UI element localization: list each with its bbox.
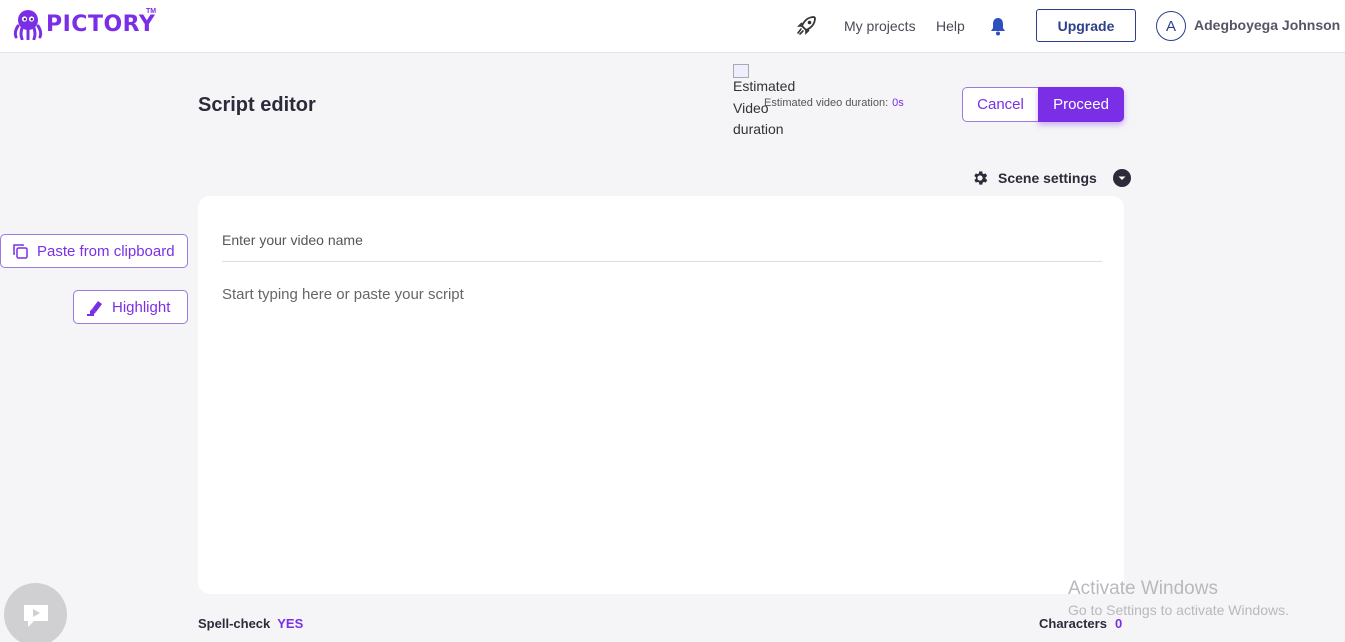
pictory-logo[interactable]: PICTORY TM: [12, 8, 157, 40]
video-name-input[interactable]: [222, 218, 1102, 262]
rocket-icon[interactable]: [796, 14, 818, 41]
watermark-line1: Activate Windows: [1068, 578, 1218, 599]
page-title: Script editor: [198, 94, 316, 116]
user-name[interactable]: Adegboyega Johnson: [1194, 17, 1340, 33]
spellcheck-label: Spell-check: [198, 616, 271, 631]
top-navbar: PICTORY TM My projects Help Upgrade A Ad…: [0, 0, 1345, 53]
characters-value: 0: [1114, 616, 1123, 631]
broken-image-icon: [733, 64, 749, 78]
character-count: Characters 0: [1039, 616, 1122, 631]
characters-label: Characters: [1039, 616, 1107, 631]
estimated-duration: Estimated video duration: 0s: [764, 97, 904, 109]
nav-my-projects[interactable]: My projects: [844, 18, 916, 34]
estimated-duration-value: 0s: [892, 97, 904, 109]
play-chat-icon: [23, 604, 48, 627]
scene-settings-label: Scene settings: [998, 170, 1097, 186]
bell-icon[interactable]: [989, 16, 1007, 41]
nav-help[interactable]: Help: [936, 18, 965, 34]
video-tutorial-button[interactable]: [4, 583, 67, 642]
copy-icon: [13, 243, 28, 259]
script-textarea[interactable]: [222, 286, 1102, 576]
highlight-label: Highlight: [112, 298, 171, 316]
trademark: TM: [146, 8, 157, 15]
avatar[interactable]: A: [1156, 11, 1186, 41]
spellcheck-toggle[interactable]: Spell-check YES: [198, 616, 303, 631]
paste-label: Paste from clipboard: [37, 242, 175, 260]
spellcheck-value[interactable]: YES: [277, 616, 303, 631]
highlight-button[interactable]: Highlight: [73, 290, 188, 324]
scene-settings-dropdown[interactable]: Scene settings: [971, 169, 1131, 187]
chevron-down-icon: [1112, 169, 1131, 187]
highlighter-icon: [87, 300, 102, 316]
gear-icon: [974, 171, 988, 185]
estimated-duration-label: Estimated video duration:: [764, 97, 889, 109]
watermark-line2: Go to Settings to activate Windows.: [1068, 602, 1289, 618]
paste-from-clipboard-button[interactable]: Paste from clipboard: [0, 234, 188, 268]
cancel-button[interactable]: Cancel: [962, 87, 1039, 122]
octopus-icon: [13, 10, 43, 40]
proceed-button[interactable]: Proceed: [1038, 87, 1124, 122]
script-editor-card: [198, 196, 1124, 594]
windows-activation-watermark: Activate Windows Go to Settings to activ…: [1068, 578, 1289, 618]
brand-name: PICTORY: [46, 11, 156, 37]
upgrade-button[interactable]: Upgrade: [1036, 9, 1136, 42]
